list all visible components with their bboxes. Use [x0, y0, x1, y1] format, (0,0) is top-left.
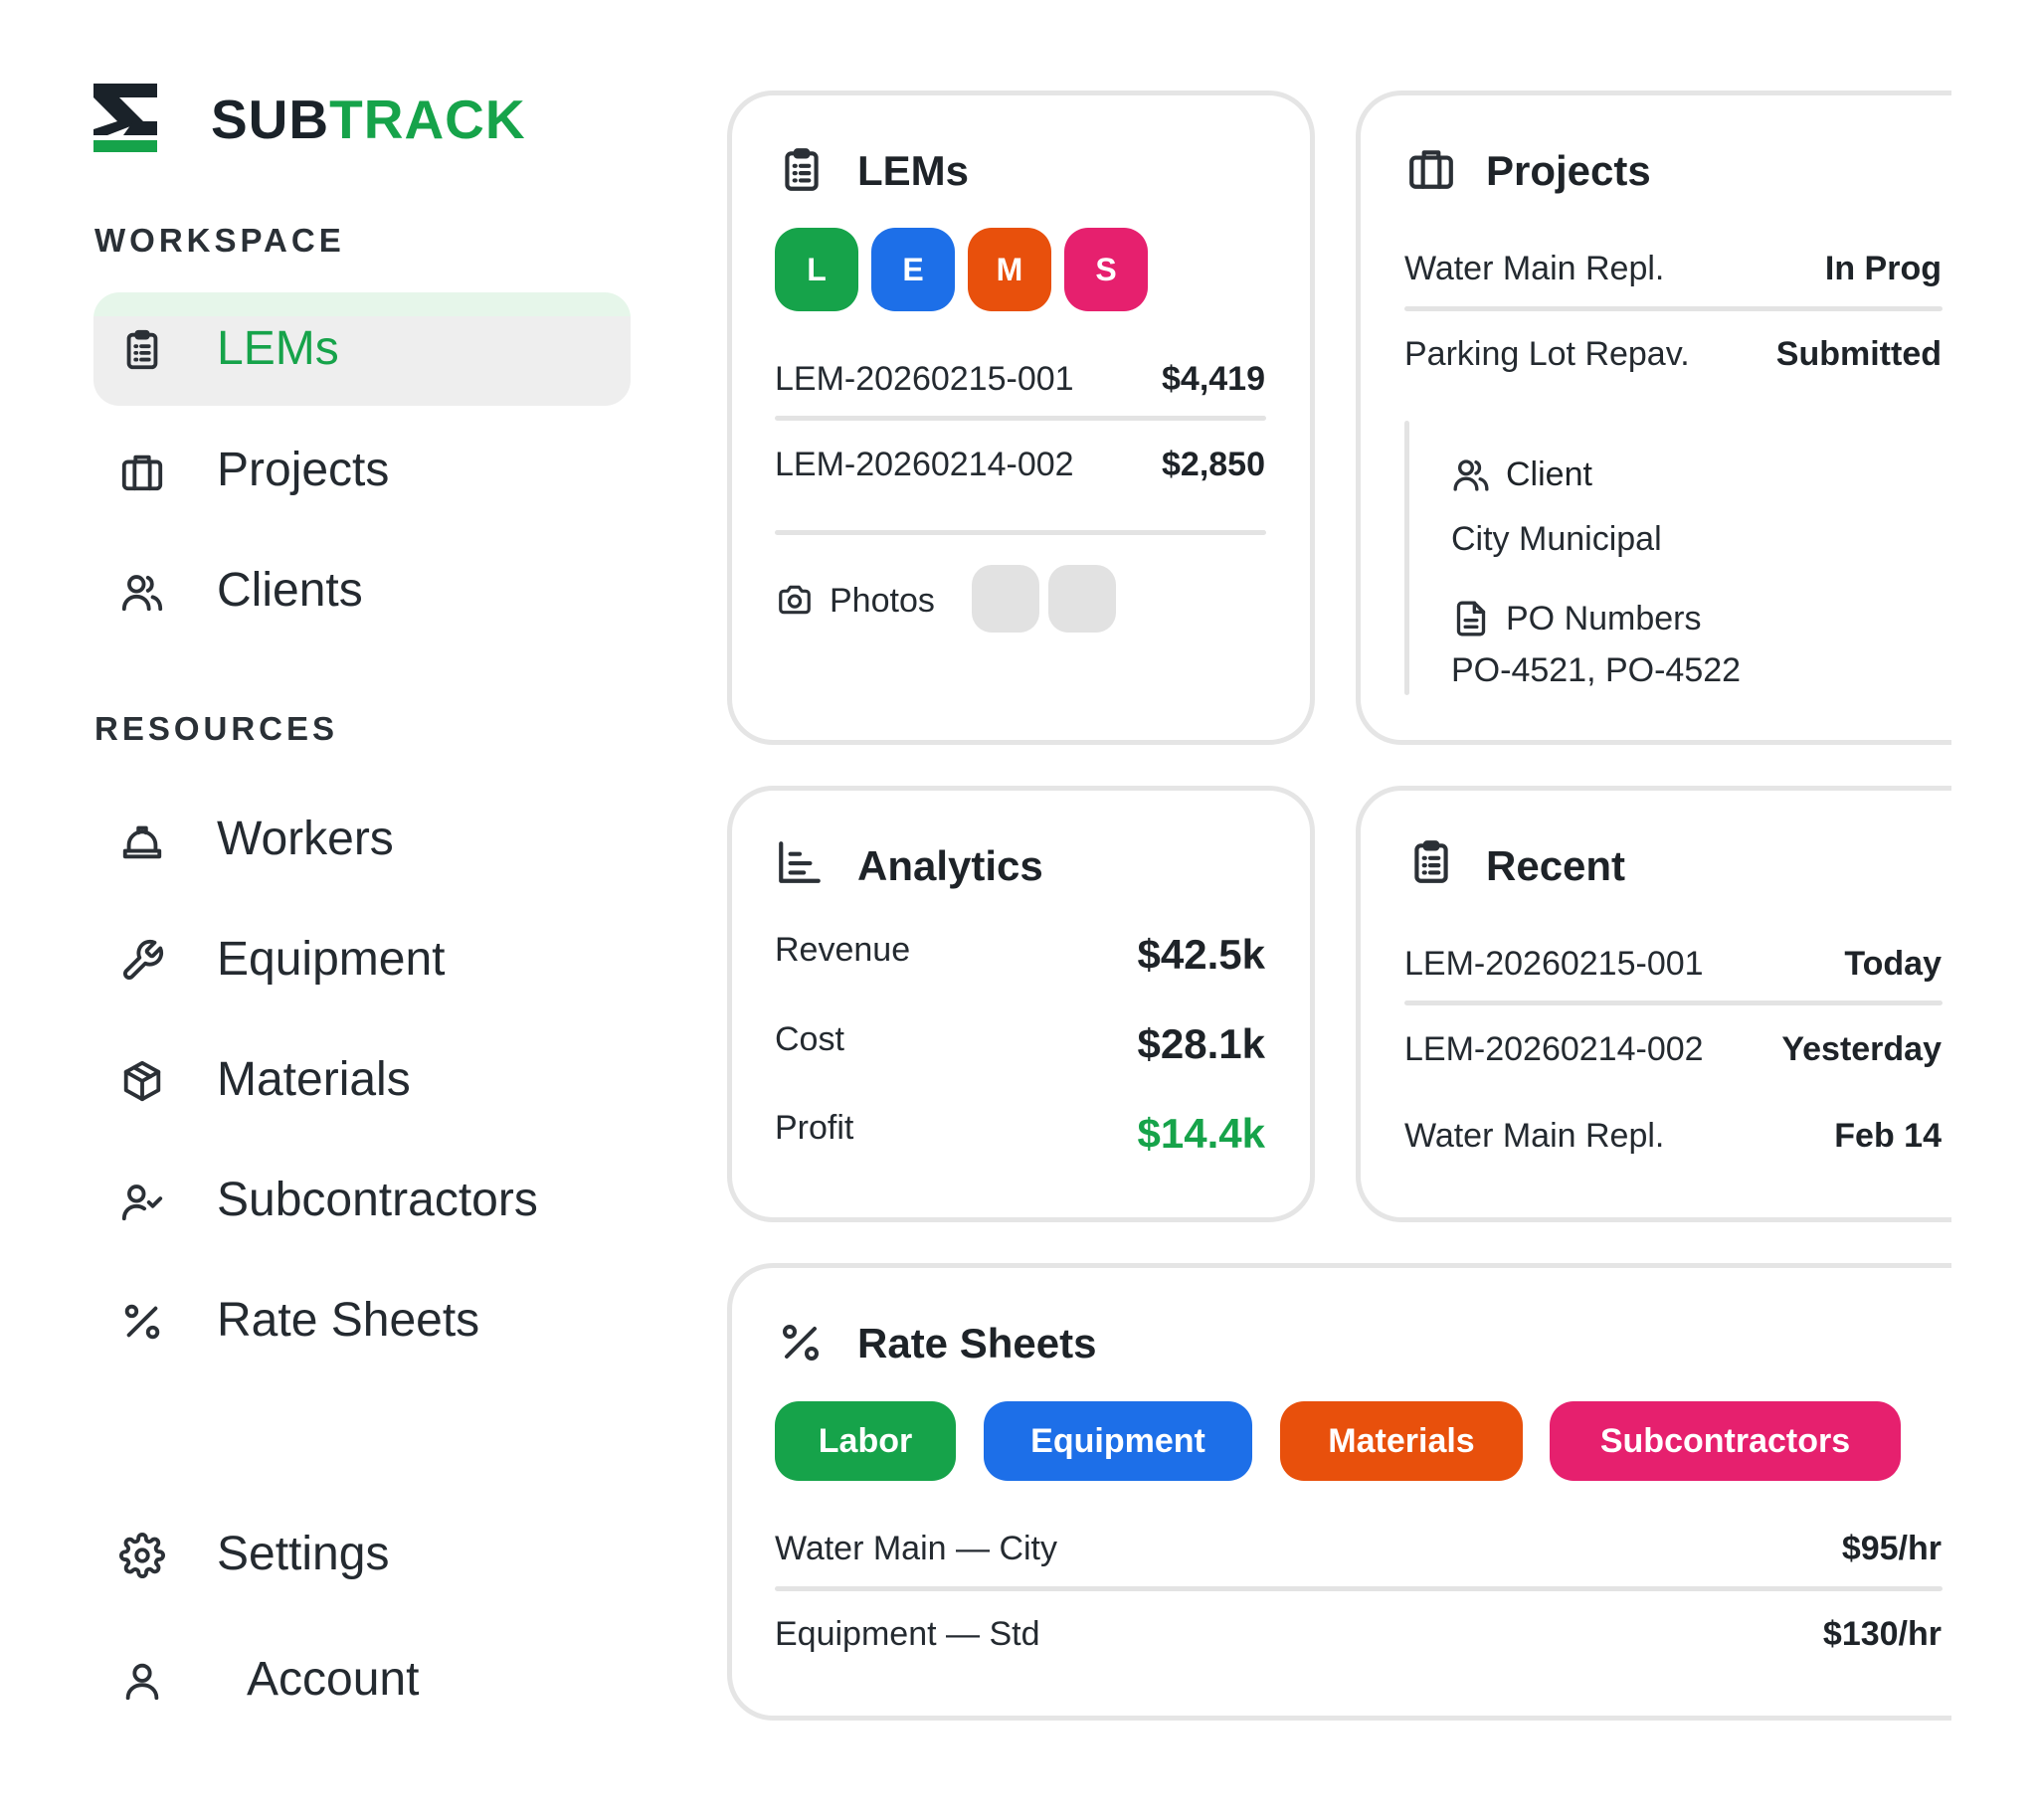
sidebar-item-lems[interactable]: LEMs: [93, 292, 631, 406]
brand-part-1: SUB: [211, 89, 330, 150]
photo-thumbnail[interactable]: [972, 565, 1039, 633]
sidebar-item-label: Settings: [217, 1528, 390, 1580]
photo-thumbnail[interactable]: [1048, 565, 1116, 633]
sidebar-item-label: LEMs: [217, 322, 339, 375]
sidebar-item-workers[interactable]: Workers: [93, 783, 631, 896]
percent-icon: [119, 1299, 165, 1345]
rate-row-2-rate: $130/hr: [1822, 1615, 1942, 1653]
recent-row-2-name[interactable]: LEM-20260214-002: [1404, 1028, 1704, 1070]
recent-card-title: Recent: [1486, 842, 1626, 889]
divider: [775, 1586, 1943, 1591]
recent-row-3-when: Feb 14: [1834, 1117, 1942, 1155]
lem-row-2-id[interactable]: LEM-20260214-002: [775, 444, 1074, 485]
package-icon: [119, 1058, 165, 1104]
project-row-1-status: In Prog: [1824, 250, 1942, 287]
po-value: PO-4521, PO-4522: [1451, 651, 1742, 689]
divider: [1404, 306, 1943, 311]
badge-labor: L: [775, 228, 858, 311]
rate-sheets-card-title: Rate Sheets: [857, 1320, 1097, 1366]
resources-section-label: RESOURCES: [94, 710, 339, 747]
projects-card-title: Projects: [1486, 147, 1651, 194]
users-icon: [1451, 455, 1491, 494]
divider: [1404, 1001, 1943, 1005]
workspace-section-label: WORKSPACE: [94, 222, 345, 259]
user-check-icon: [119, 1179, 165, 1224]
clipboard-list-icon: [1406, 835, 1452, 889]
recent-row-1-name[interactable]: LEM-20260215-001: [1404, 943, 1704, 985]
sidebar-item-clients[interactable]: Clients: [93, 534, 631, 647]
bar-chart-icon: [775, 837, 825, 887]
document-icon: [1451, 599, 1491, 638]
chip-materials[interactable]: Materials: [1280, 1401, 1523, 1481]
sidebar-item-materials[interactable]: Materials: [93, 1023, 631, 1137]
badge-materials: M: [968, 228, 1051, 311]
logo-mark: [93, 84, 157, 152]
brand-part-2: TRACK: [329, 89, 526, 150]
lem-row-2-amount: $2,850: [1162, 446, 1265, 483]
sidebar-item-settings[interactable]: Settings: [93, 1498, 631, 1611]
clipboard-list-icon: [777, 143, 823, 197]
lem-row-1-id[interactable]: LEM-20260215-001: [775, 358, 1074, 400]
recent-row-2-when: Yesterday: [1781, 1030, 1942, 1068]
lem-row-1-amount: $4,419: [1162, 360, 1265, 398]
wrench-icon: [119, 938, 165, 984]
user-icon: [119, 1658, 165, 1704]
sidebar-item-account[interactable]: Account: [93, 1623, 631, 1736]
sidebar-item-label: Subcontractors: [217, 1174, 538, 1226]
badge-subcontractors: S: [1064, 228, 1148, 311]
rate-row-1-name[interactable]: Water Main — City: [775, 1528, 1057, 1569]
detail-rail: [1404, 421, 1409, 695]
sidebar-item-label: Projects: [217, 444, 390, 496]
lems-card-title: LEMs: [857, 147, 970, 194]
sidebar-item-rate-sheets[interactable]: Rate Sheets: [93, 1264, 631, 1377]
users-icon: [119, 569, 165, 615]
cost-label: Cost: [775, 1020, 844, 1058]
divider: [775, 530, 1266, 535]
analytics-card-title: Analytics: [857, 842, 1043, 889]
sidebar-item-label: Workers: [217, 813, 394, 865]
revenue-value: $42.5k: [1137, 931, 1265, 978]
gear-icon: [119, 1533, 165, 1578]
chip-equipment[interactable]: Equipment: [984, 1401, 1252, 1481]
divider: [775, 416, 1266, 421]
profit-label: Profit: [775, 1109, 854, 1147]
sidebar-item-label: Equipment: [217, 933, 446, 986]
revenue-label: Revenue: [775, 931, 911, 969]
camera-icon: [774, 581, 816, 619]
project-row-1-name[interactable]: Water Main Repl.: [1404, 248, 1664, 289]
rate-row-2-name[interactable]: Equipment — Std: [775, 1613, 1039, 1655]
chip-subcontractors[interactable]: Subcontractors: [1550, 1401, 1901, 1481]
logo-icon: [93, 84, 157, 152]
percent-icon: [777, 1319, 825, 1366]
brand-name: SUBTRACK: [211, 88, 526, 151]
client-value: City Municipal: [1451, 520, 1662, 558]
briefcase-icon: [1404, 143, 1458, 193]
sidebar-item-equipment[interactable]: Equipment: [93, 903, 631, 1016]
po-label: PO Numbers: [1506, 600, 1702, 637]
briefcase-icon: [119, 449, 165, 494]
client-label: Client: [1506, 455, 1592, 493]
photos-label: Photos: [830, 582, 935, 620]
rate-row-1-rate: $95/hr: [1841, 1530, 1942, 1567]
hard-hat-icon: [119, 818, 165, 863]
cost-value: $28.1k: [1137, 1020, 1265, 1067]
project-row-2-name[interactable]: Parking Lot Repav.: [1404, 333, 1690, 375]
recent-row-1-when: Today: [1844, 945, 1942, 983]
sidebar-item-label: Account: [247, 1653, 420, 1706]
chip-labor[interactable]: Labor: [775, 1401, 956, 1481]
clipboard-list-icon: [119, 327, 165, 373]
sidebar-item-label: Materials: [217, 1053, 411, 1106]
sidebar-item-label: Rate Sheets: [217, 1294, 480, 1347]
profit-value: $14.4k: [1137, 1110, 1265, 1157]
recent-row-3-name[interactable]: Water Main Repl.: [1404, 1115, 1664, 1157]
badge-equipment: E: [871, 228, 955, 311]
sidebar-item-subcontractors[interactable]: Subcontractors: [93, 1144, 631, 1257]
project-row-2-status: Submitted: [1775, 335, 1942, 373]
sidebar-item-projects[interactable]: Projects: [93, 414, 631, 527]
sidebar-item-label: Clients: [217, 564, 363, 617]
